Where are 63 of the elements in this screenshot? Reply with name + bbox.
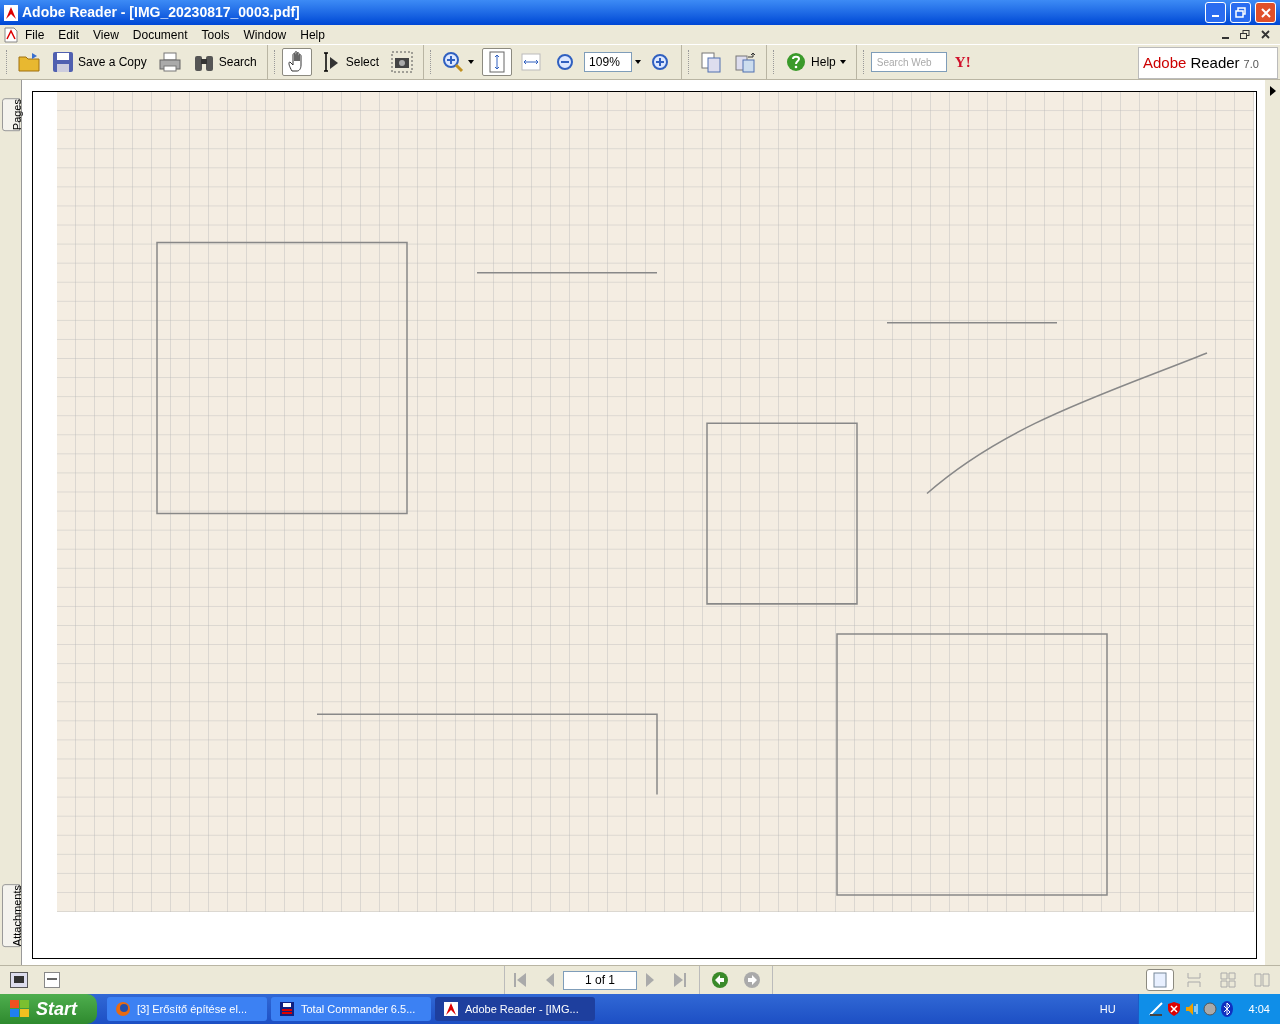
taskbar-button[interactable]: [3] Erősítő építése el... xyxy=(107,997,267,1021)
taskbar-button[interactable]: Adobe Reader - [IMG... xyxy=(435,997,595,1021)
monitor-icon xyxy=(13,975,25,985)
page-layout-icon xyxy=(1253,971,1271,989)
menu-item[interactable]: Window xyxy=(236,25,294,44)
toolbar-button[interactable]: Help xyxy=(781,48,850,76)
printer-icon xyxy=(158,51,181,73)
expand-arrow-icon[interactable] xyxy=(1269,86,1276,96)
toolbar-button[interactable]: Save a Copy xyxy=(48,48,151,76)
document-restore-button[interactable] xyxy=(1238,27,1252,42)
pages-arrow-icon xyxy=(734,51,757,73)
toolbar-button[interactable]: Select xyxy=(315,48,384,76)
pdf-app-icon xyxy=(443,1001,459,1017)
page-layout-icon xyxy=(1219,971,1237,989)
fit-page-button[interactable] xyxy=(482,48,513,76)
clock: 4:04 xyxy=(1248,1001,1270,1017)
zoom-in-icon xyxy=(442,51,465,73)
logo-product-text: Reader xyxy=(1190,52,1240,73)
menu-item[interactable]: Tools xyxy=(194,25,237,44)
folder-icon xyxy=(18,51,40,73)
toolbar-button[interactable]: Search xyxy=(188,48,261,76)
restore-button[interactable] xyxy=(1230,2,1251,23)
menu-item[interactable]: View xyxy=(86,25,126,44)
panel-toggle-button[interactable] xyxy=(44,972,60,988)
camera-icon xyxy=(391,51,414,73)
language-indicator[interactable]: HU xyxy=(1099,1000,1116,1018)
hand-button[interactable] xyxy=(281,48,312,76)
pen-icon[interactable] xyxy=(1148,1002,1163,1016)
minimize-icon xyxy=(1221,36,1229,39)
side-tab[interactable]: Attachments xyxy=(2,883,20,947)
menu-item[interactable]: File xyxy=(18,25,52,44)
shield-icon[interactable] xyxy=(1166,1002,1181,1016)
bluetooth-icon[interactable] xyxy=(1220,1001,1233,1017)
taskbar-button[interactable]: Total Commander 6.5... xyxy=(271,997,431,1021)
menu-item[interactable]: Edit xyxy=(51,25,87,44)
caret-icon[interactable] xyxy=(635,60,642,64)
page-layout-icon xyxy=(1151,971,1169,989)
minus-icon xyxy=(47,978,57,982)
logo-version-text: 7.0 xyxy=(1243,57,1259,73)
page-number-field[interactable]: 1 of 1 xyxy=(563,970,637,990)
app-icon xyxy=(4,4,18,21)
yahoo-button[interactable]: Y! xyxy=(950,50,975,74)
question-mark-icon xyxy=(785,51,808,73)
search-field[interactable]: Search Web xyxy=(870,52,947,72)
fit-width-icon xyxy=(520,51,543,73)
browser-icon xyxy=(115,1001,131,1017)
close-button[interactable] xyxy=(1255,2,1276,23)
single-page-view-button[interactable] xyxy=(1146,969,1174,991)
menu-item[interactable]: Document xyxy=(125,25,195,44)
zoom-field[interactable]: 109% xyxy=(584,52,633,72)
restore-icon xyxy=(1235,7,1246,18)
minimize-button[interactable] xyxy=(1205,2,1226,23)
navigation-pane-button[interactable] xyxy=(10,972,28,988)
logo-brand-text: Adobe xyxy=(1143,52,1187,73)
window-title: Adobe Reader - [IMG_20230817_0003.pdf] xyxy=(22,3,301,22)
minimize-icon xyxy=(1212,14,1219,17)
page-layout-icon xyxy=(1185,971,1203,989)
start-button[interactable]: Start xyxy=(0,994,97,1024)
close-icon xyxy=(1260,30,1270,39)
close-icon xyxy=(1260,7,1271,18)
windows-logo-icon xyxy=(10,1000,30,1018)
menu-item[interactable]: Help xyxy=(293,25,332,44)
restore-icon xyxy=(1240,29,1250,40)
